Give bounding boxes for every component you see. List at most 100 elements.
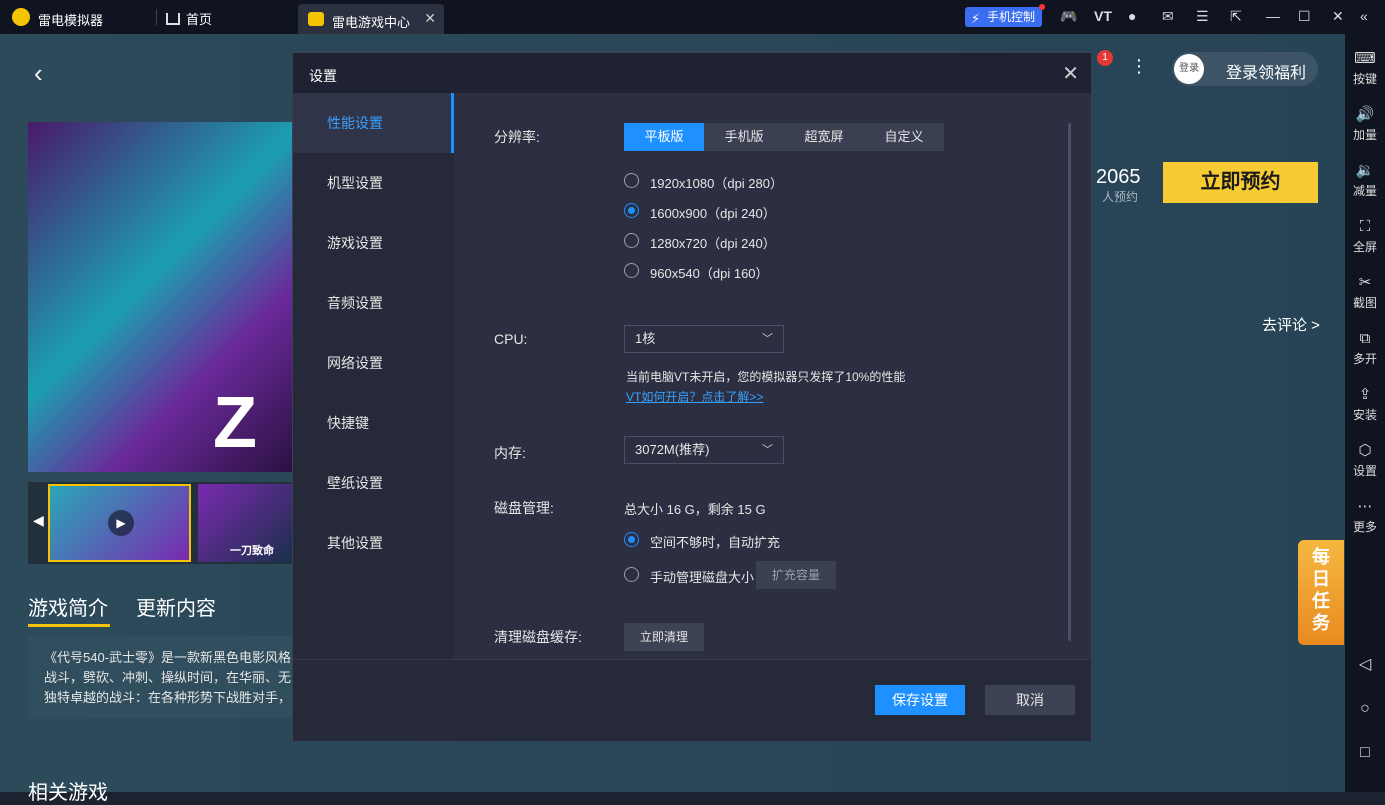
user-icon[interactable]: ● <box>1128 8 1136 24</box>
vt-button[interactable]: VT <box>1094 8 1112 24</box>
tab-introduction[interactable]: 游戏简介 <box>28 592 110 627</box>
sidebar-item-screenshot[interactable]: ✂ 截图 <box>1345 272 1385 311</box>
minimize-icon[interactable]: — <box>1266 8 1280 24</box>
scissors-icon: ✂ <box>1358 274 1372 291</box>
mode-phone-button[interactable]: 手机版 <box>704 123 784 151</box>
sidebar-item-label: 更多 <box>1352 520 1377 534</box>
mail-icon[interactable]: ✉ <box>1162 8 1174 25</box>
disk-auto-expand-radio[interactable] <box>624 532 639 547</box>
android-recents-icon[interactable]: □ <box>1345 744 1385 762</box>
menu-item-game[interactable]: 游戏设置 <box>293 213 453 273</box>
tab-updates[interactable]: 更新内容 <box>136 592 216 621</box>
disk-manual-radio[interactable] <box>624 567 639 582</box>
sidebar-item-label: 截图 <box>1352 296 1377 310</box>
vt-warning: 当前电脑VT未开启，您的模拟器只发挥了10%的性能 <box>626 370 906 384</box>
settings-dialog: 设置 ✕ 性能设置 机型设置 游戏设置 音频设置 网络设置 快捷键 壁纸设置 其… <box>292 52 1092 741</box>
tab-game-center-label: 雷电游戏中心 <box>332 15 411 30</box>
android-back-icon[interactable]: ◁ <box>1345 654 1385 674</box>
cpu-value: 1核 <box>635 331 656 346</box>
prev-arrow-icon[interactable]: ◀ <box>33 512 44 529</box>
cpu-select[interactable]: 1核 ﹀ <box>624 325 784 353</box>
close-icon[interactable]: ✕ <box>1062 61 1079 86</box>
vt-help-link[interactable]: VT如何开启？点击了解>> <box>626 388 763 405</box>
clear-cache-label: 清理磁盘缓存: <box>494 629 582 645</box>
disk-option-label: 空间不够时，自动扩充 <box>650 535 781 550</box>
play-icon[interactable]: ▶ <box>108 510 134 536</box>
android-home-icon[interactable]: ○ <box>1345 700 1385 718</box>
menu-item-wallpaper[interactable]: 壁纸设置 <box>293 453 453 513</box>
sidebar-item-install[interactable]: ⇪ 安装 <box>1345 384 1385 423</box>
keyboard-icon: ⌨ <box>1354 50 1376 67</box>
daily-task-button[interactable]: 每日任务 <box>1298 540 1344 645</box>
login-button[interactable]: 登录 登录领福利 <box>1172 52 1318 86</box>
menu-item-device-model[interactable]: 机型设置 <box>293 153 453 213</box>
settings-menu: 性能设置 机型设置 游戏设置 音频设置 网络设置 快捷键 壁纸设置 其他设置 <box>293 93 454 659</box>
sidebar-item-label: 减量 <box>1352 184 1377 198</box>
resolution-radio-960[interactable] <box>624 263 639 278</box>
sidebar-item-settings[interactable]: ⬡ 设置 <box>1345 440 1385 479</box>
settings-icon: ⬡ <box>1358 442 1372 459</box>
thumbnail-image[interactable]: 一刀致命 <box>198 484 293 562</box>
mode-ultrawide-button[interactable]: 超宽屏 <box>784 123 864 151</box>
title-bar: 雷电模拟器 首页 雷电游戏中心 ✕ ⚡ 手机控制 🎮 VT ● ✉ ☰ ⇱ — ☐… <box>0 0 1385 34</box>
menu-item-performance[interactable]: 性能设置 <box>293 93 454 153</box>
thumbnail-caption: 一刀致命 <box>230 545 274 557</box>
phone-control-button[interactable]: ⚡ 手机控制 <box>965 4 1045 27</box>
reservation-count: 2065 <box>1096 166 1141 188</box>
tab-game-center[interactable]: 雷电游戏中心 ✕ <box>298 4 444 34</box>
app-logo-icon <box>12 8 30 26</box>
memory-select[interactable]: 3072M(推荐) ﹀ <box>624 436 784 464</box>
maximize-icon[interactable]: ☐ <box>1298 8 1311 25</box>
description-line: 独特卓越的战斗：在各种形势下战胜对手， <box>44 690 292 705</box>
sidebar-item-label: 设置 <box>1352 464 1377 478</box>
resolution-radio-1280[interactable] <box>624 233 639 248</box>
mode-tablet-button[interactable]: 平板版 <box>624 123 704 151</box>
comment-link[interactable]: 去评论 > <box>1262 314 1320 335</box>
sidebar-item-keys[interactable]: ⌨ 按键 <box>1345 48 1385 87</box>
scrollbar[interactable] <box>1068 123 1071 641</box>
chevron-down-icon: ﹀ <box>762 444 773 456</box>
sidebar-item-volume-up[interactable]: 🔊 加量 <box>1345 104 1385 143</box>
cancel-button[interactable]: 取消 <box>985 685 1075 715</box>
memory-label: 内存: <box>494 445 526 461</box>
collapse-icon[interactable]: « <box>1360 8 1368 24</box>
gamepad-icon <box>308 12 324 26</box>
chevron-down-icon: ﹀ <box>762 333 773 345</box>
sidebar-item-label: 加量 <box>1352 128 1377 142</box>
memory-value: 3072M(推荐) <box>635 442 710 457</box>
back-icon[interactable]: ‹ <box>34 58 43 89</box>
gamepad-icon[interactable]: 🎮 <box>1060 8 1077 25</box>
sidebar-item-multi-open[interactable]: ⧉ 多开 <box>1345 328 1385 367</box>
resolution-option-label: 1280x720（dpi 240） <box>650 236 776 251</box>
game-description: 《代号540-武士零》是一款新黑色电影风格 战斗，劈砍、冲刺、操纵时间，在华丽、… <box>28 636 293 718</box>
resolution-radio-1920[interactable] <box>624 173 639 188</box>
sidebar-item-more[interactable]: ⋯ 更多 <box>1345 496 1385 535</box>
clear-cache-button[interactable]: 立即清理 <box>624 623 704 651</box>
more-icon: ⋯ <box>1357 498 1373 515</box>
save-button[interactable]: 保存设置 <box>875 685 965 715</box>
disk-option-label: 手动管理磁盘大小 <box>650 570 755 585</box>
expand-capacity-button[interactable]: 扩充容量 <box>756 561 836 589</box>
menu-item-other[interactable]: 其他设置 <box>293 513 453 573</box>
close-tab-icon[interactable]: ✕ <box>424 10 436 27</box>
hero-image[interactable]: Z <box>28 122 293 472</box>
right-toolbar: ⌨ 按键 🔊 加量 🔉 减量 ⛶ 全屏 ✂ 截图 ⧉ 多开 ⇪ 安装 ⬡ 设置 ⋯ 更多 ◁ ○ … <box>1345 34 1385 792</box>
mode-custom-button[interactable]: 自定义 <box>864 123 944 151</box>
more-icon[interactable]: ⋮ <box>1130 56 1148 77</box>
menu-item-audio[interactable]: 音频设置 <box>293 273 453 333</box>
resolution-option-label: 1600x900（dpi 240） <box>650 206 776 221</box>
close-icon[interactable]: ✕ <box>1332 8 1344 25</box>
reserve-button[interactable]: 立即预约 <box>1163 162 1318 203</box>
resolution-radio-1600[interactable] <box>624 203 639 218</box>
dialog-title: 设置 <box>309 68 337 84</box>
tab-home[interactable]: 首页 <box>166 9 212 28</box>
multi-open-icon: ⧉ <box>1359 330 1371 347</box>
pin-icon[interactable]: ⇱ <box>1230 8 1242 25</box>
description-line: 战斗，劈砍、冲刺、操纵时间，在华丽、无 <box>44 670 292 685</box>
menu-item-network[interactable]: 网络设置 <box>293 333 453 393</box>
sidebar-item-fullscreen[interactable]: ⛶ 全屏 <box>1345 216 1385 255</box>
menu-icon[interactable]: ☰ <box>1196 8 1209 25</box>
sidebar-item-volume-down[interactable]: 🔉 减量 <box>1345 160 1385 199</box>
sidebar-item-label: 多开 <box>1352 352 1377 366</box>
menu-item-shortcuts[interactable]: 快捷键 <box>293 393 453 453</box>
